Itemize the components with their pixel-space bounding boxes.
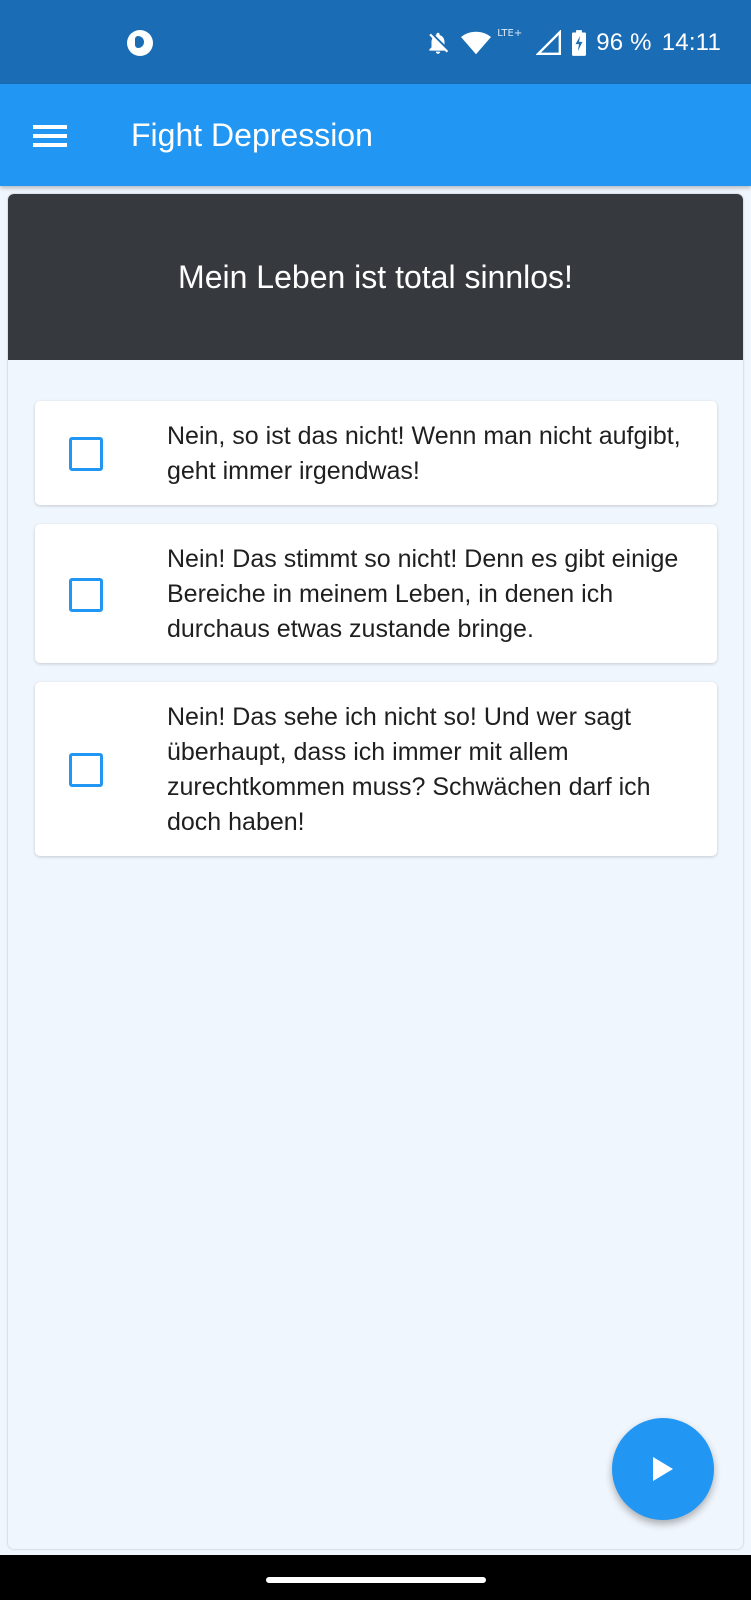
app-screen: LTE+ 96 % 14:11 Fight Depression Mein Le… — [0, 0, 751, 1600]
clock: 14:11 — [661, 29, 721, 56]
statement-header: Mein Leben ist total sinnlos! — [8, 194, 743, 360]
menu-button[interactable] — [24, 110, 76, 162]
notifications-off-icon — [429, 32, 449, 54]
battery-percentage: 96 % — [596, 29, 652, 56]
next-fab-button[interactable] — [612, 1418, 714, 1520]
answer-text-1: Nein, so ist das nicht! Wenn man nicht a… — [167, 422, 681, 485]
answer-text-2: Nein! Das stimmt so nicht! Denn es gibt … — [167, 545, 679, 643]
answer-option-1[interactable]: Nein, so ist das nicht! Wenn man nicht a… — [35, 401, 717, 505]
network-type-label: LTE+ — [497, 27, 523, 39]
home-gesture-handle[interactable] — [266, 1577, 486, 1583]
statement-text: Mein Leben ist total sinnlos! — [178, 258, 573, 295]
answer-options-list: Nein, so ist das nicht! Wenn man nicht a… — [35, 401, 717, 875]
app-title: Fight Depression — [131, 117, 373, 153]
battery-charging-icon — [572, 30, 587, 56]
signal-icon — [536, 30, 562, 56]
status-icons: LTE+ 96 % 14:11 — [425, 26, 721, 60]
answer-option-2[interactable]: Nein! Das stimmt so nicht! Denn es gibt … — [35, 524, 717, 663]
wifi-icon — [461, 31, 492, 55]
question-card: Mein Leben ist total sinnlos! Nein, so i… — [8, 194, 743, 1549]
hamburger-menu-icon — [33, 125, 67, 147]
answer-checkbox-2[interactable] — [69, 577, 103, 612]
status-bar: LTE+ 96 % 14:11 — [0, 0, 751, 84]
app-bar: Fight Depression — [0, 84, 751, 186]
system-navigation-bar — [0, 1555, 751, 1600]
answer-text-3: Nein! Das sehe ich nicht so! Und wer sag… — [167, 703, 651, 836]
play-arrow-icon — [653, 1457, 673, 1481]
answer-checkbox-3[interactable] — [69, 753, 103, 787]
app-notification-icon — [127, 30, 153, 56]
answer-checkbox-1[interactable] — [69, 437, 103, 471]
answer-option-3[interactable]: Nein! Das sehe ich nicht so! Und wer sag… — [35, 682, 717, 856]
